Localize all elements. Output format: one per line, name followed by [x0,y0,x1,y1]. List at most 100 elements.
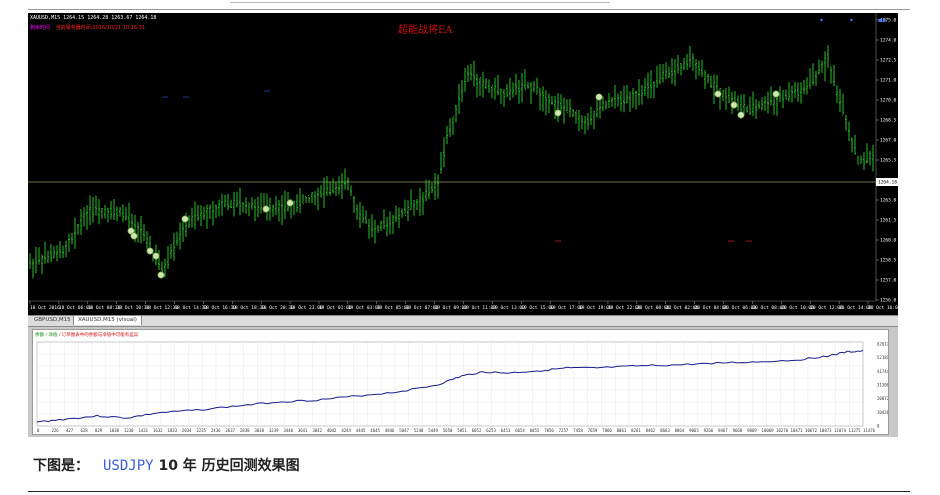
equity-x-label: 5047 [399,428,409,433]
equity-x-label: 1632 [153,428,163,433]
top-bar [0,0,940,13]
price-chart[interactable]: 1275.0 1274.0 1272.5 1271.0 1270.0 1268.5 1267… [28,13,898,315]
equity-y-label: 31308 [877,383,888,388]
time-tick-label: 19 Oct 05:00 [377,305,410,311]
equity-x-label: 6453 [501,428,511,433]
equity-x-label: 10873 [820,428,833,433]
equity-x-label: 1230 [124,428,134,433]
equity-x-label: 10069 [762,428,775,433]
time-tick-label: 20 Oct 00:00 [637,305,670,311]
tab-gbpusd[interactable]: GBPUSD,M15 [30,316,75,325]
signal-icon: ▾ [820,17,824,24]
equity-x-label: 10471 [791,428,804,433]
equity-x-label: 8261 [631,428,641,433]
equity-y-label: 20872 [877,396,888,401]
chart-tab-bar: GBPUSD,M15 XAUUSD,M15 (visual) [28,315,898,327]
equity-x-label: 9266 [704,428,714,433]
time-tick-label: 18 Oct 08:30 [88,305,121,311]
time-tick-label: 19 Oct 03:00 [348,305,381,311]
time-tick-label: 18 Oct 06:00 [59,305,92,311]
trade-marker-icon[interactable] [772,90,780,98]
trade-marker-icon[interactable] [130,232,138,240]
balance-curve-chart: 62617 52181 41744 31308 20872 10436 0 0 226 427 62… [36,342,888,433]
equity-x-label: 7056 [544,428,554,433]
candles [29,45,874,279]
trade-marker-icon[interactable] [152,252,160,260]
equity-x-label: 4445 [356,428,366,433]
equity-x-label: 6253 [486,428,496,433]
equity-x-label: 1030 [109,428,119,433]
price-tick-label: 1256.0 [880,298,897,304]
equity-x-label: 10270 [776,428,789,433]
equity-x-label: 7458 [573,428,583,433]
price-tick-label: 1265.5 [880,158,897,164]
equity-x-label: 7860 [602,428,612,433]
figure-caption: 下图是： USDJPY 10 年 历史回测效果图 [33,455,300,475]
time-tick-label: 20 Oct 14:00 [839,305,872,311]
trade-marker-icon[interactable] [737,111,745,119]
price-tick-label: 1257.0 [880,278,897,284]
time-tick-label: 19 Oct 17:00 [550,305,583,311]
price-tick-label: 1260.0 [880,238,897,244]
trade-marker-icon[interactable] [262,205,270,213]
equity-x-label: 11476 [863,428,876,433]
equity-x-label: 3641 [298,428,308,433]
equity-x-label: 5248 [414,428,424,433]
equity-x-label: 5851 [457,428,467,433]
trade-marker-icon[interactable] [554,109,562,117]
trade-marker-icon[interactable] [181,215,189,223]
price-tick-label: 1258.5 [880,258,897,264]
trade-marker-icon[interactable] [157,271,165,279]
time-tick-label: 19 Oct 19:00 [579,305,612,311]
trade-marker-icon[interactable] [146,247,154,255]
time-tick-label: 18 Oct 18:30 [232,305,265,311]
equity-x-label: 8663 [660,428,670,433]
time-tick-label: 20 Oct 04:00 [695,305,728,311]
bottom-rule [28,491,910,492]
equity-x-label: 7257 [559,428,569,433]
price-tick-label: 1270.0 [880,98,897,104]
equity-x-label: 8061 [617,428,627,433]
equity-x-label: 9065 [689,428,699,433]
equity-x-label: 3239 [269,428,279,433]
countdown-label: 剩余时间 [30,25,51,31]
trade-marker-icon[interactable] [714,90,722,98]
equity-x-label: 2436 [211,428,221,433]
ohlc-readout: XAUUSD,M15 1264.15 1264.28 1263.67 1264.… [30,15,157,21]
report-legend: 余额 / 净值 / 订单图表中的余额与净值中可能有差异 [35,333,139,338]
equity-x-label: 9668 [733,428,743,433]
time-tick-label: 19 Oct 13:00 [492,305,525,311]
candlestick-chart: 1275.01274.01272.51271.01270.01268.51267… [28,13,898,315]
signal-icon: ▪▪ [878,17,887,24]
equity-x-label: 1833 [167,428,177,433]
equity-y-label: 10436 [877,410,888,415]
equity-x-label: 226 [51,428,59,433]
equity-x-label: 7659 [588,428,598,433]
server-time-status: 剩余时间 当前服务器时间:2016/10/21 10:16:31 [30,24,145,31]
price-tick-label: 1274.0 [880,38,897,44]
equity-x-label: 2235 [196,428,206,433]
equity-y-label: 41744 [877,369,888,374]
tab-xauusd-visual[interactable]: XAUUSD,M15 (visual) [73,316,142,325]
time-tick-label: 19 Oct 22:00 [608,305,641,311]
equity-x-label: 3842 [312,428,322,433]
equity-y-label: 0 [877,424,880,429]
time-tick-label: 20 Oct 10:00 [781,305,814,311]
equity-x-label: 4645 [370,428,380,433]
time-tick-label: 18 Oct 16:30 [203,305,236,311]
time-tick-label: 19 Oct 15:00 [521,305,554,311]
trade-marker-icon[interactable] [595,93,603,101]
price-tick-label: 1272.5 [880,58,897,64]
equity-x-label: 5449 [428,428,438,433]
equity-x-label: 2637 [225,428,235,433]
trade-marker-icon[interactable] [730,101,738,109]
equity-x-label: 6654 [515,428,525,433]
equity-y-label: 52181 [877,355,888,360]
trade-marker-icon[interactable] [286,199,294,207]
equity-x-label: 6855 [530,428,540,433]
current-price-tag: 1264.18 [878,180,897,186]
price-tick-label: 1271.0 [880,78,897,84]
equity-x-label: 3440 [283,428,293,433]
time-tick-label: 18 Oct 12:30 [146,305,179,311]
metatrader-window: 1275.0 1274.0 1272.5 1271.0 1270.0 1268.5 1267… [28,13,898,437]
